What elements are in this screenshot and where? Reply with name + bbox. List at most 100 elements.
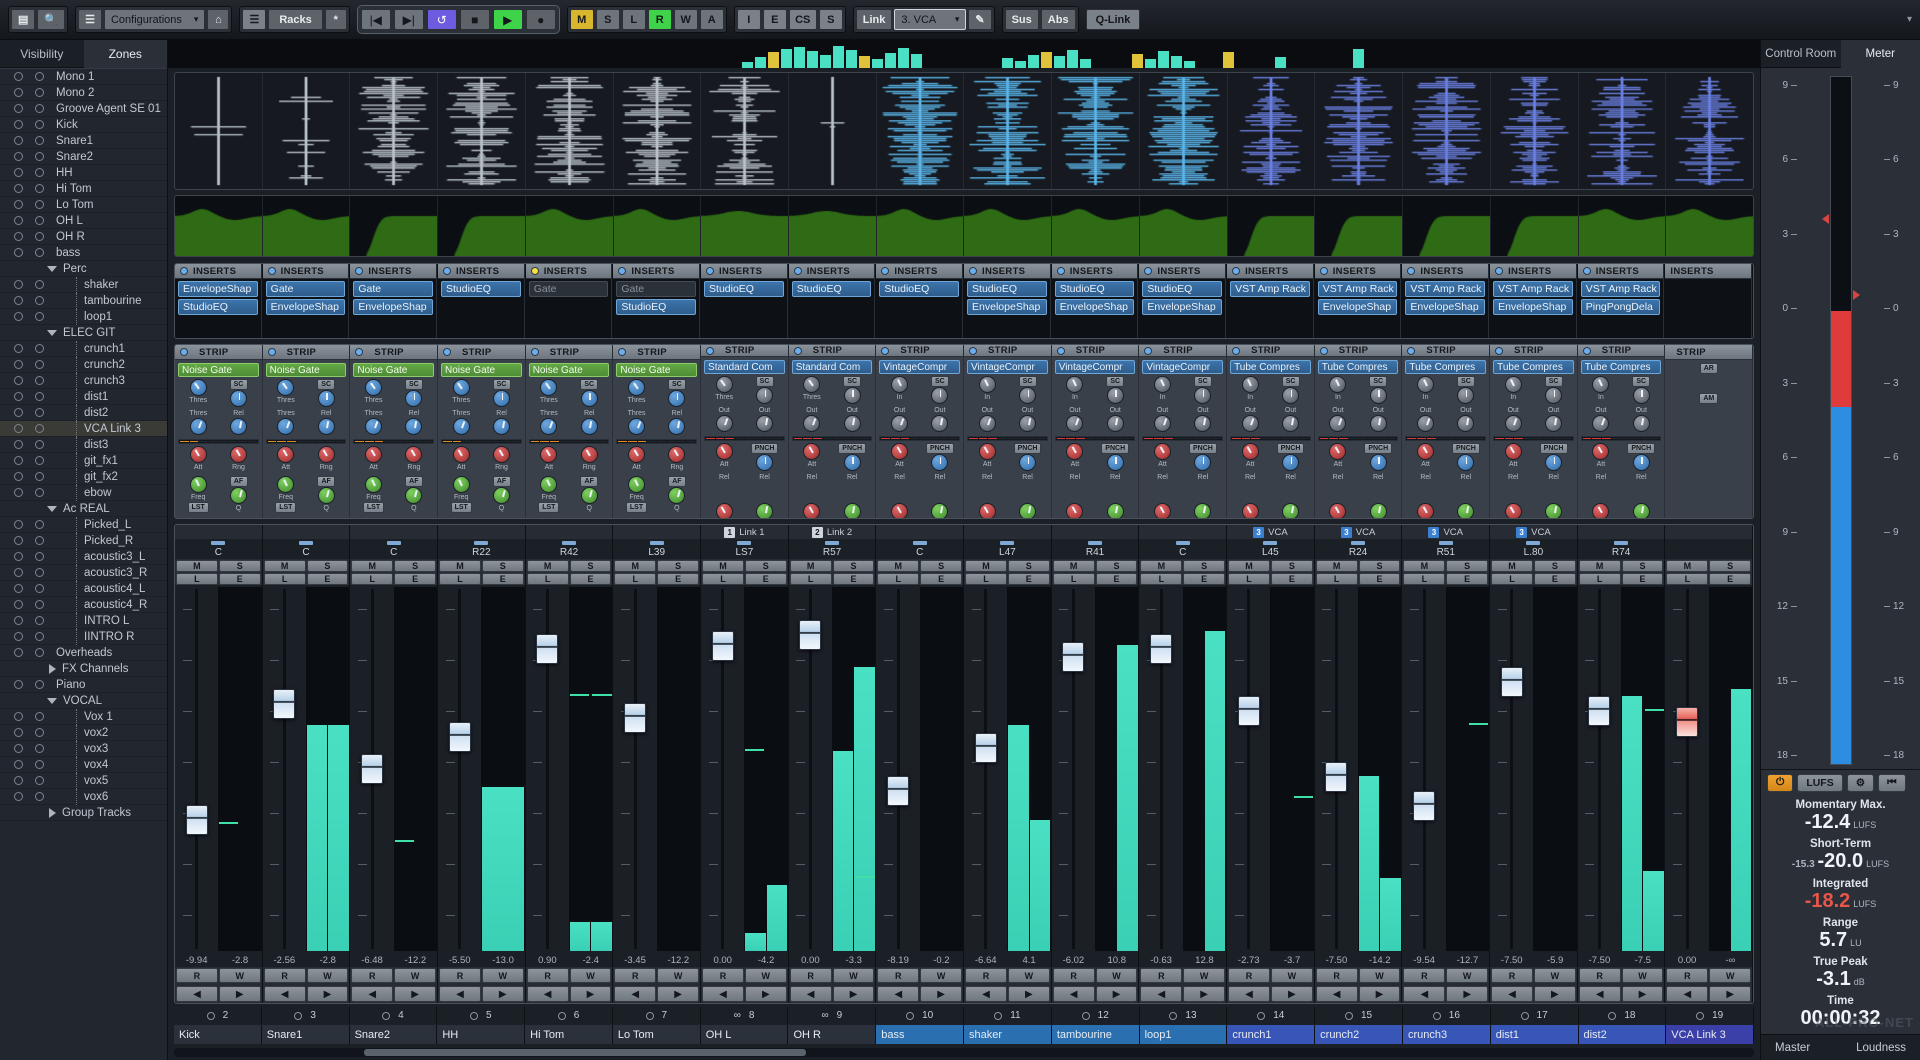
fader-value[interactable]: -5.50 bbox=[438, 955, 481, 966]
sidebar-item-crunch1[interactable]: crunch1 bbox=[0, 341, 167, 357]
eq-attenuate-knob[interactable] bbox=[1329, 443, 1346, 460]
link-select[interactable]: 3. VCA ▾ bbox=[894, 9, 966, 30]
write-automation-button[interactable]: W bbox=[920, 968, 962, 983]
listen-button[interactable]: L bbox=[702, 573, 744, 585]
fader-handle[interactable] bbox=[273, 689, 295, 719]
prev-channel-icon[interactable]: ◀ bbox=[1140, 986, 1182, 1002]
strip-bypass-led[interactable] bbox=[794, 347, 802, 355]
next-channel-icon[interactable]: ▶ bbox=[1359, 986, 1401, 1002]
drive-knob[interactable] bbox=[1417, 503, 1434, 519]
eq-attenuate-knob[interactable] bbox=[803, 443, 820, 460]
strip-module-name[interactable]: VintageCompr bbox=[1142, 360, 1223, 374]
eq-range-knob[interactable] bbox=[318, 446, 335, 463]
sidebar-item-vox4[interactable]: vox4 bbox=[0, 757, 167, 773]
inserts-bypass-led[interactable] bbox=[1407, 267, 1415, 275]
channel-name[interactable]: dist2 bbox=[1579, 1025, 1667, 1044]
channel-number-cell[interactable]: 6 bbox=[525, 1007, 613, 1024]
inserts-header[interactable]: INSERTS bbox=[1052, 264, 1139, 279]
sidebar-item-groove-agent-se-01[interactable]: Groove Agent SE 01 bbox=[0, 101, 167, 117]
release-knob[interactable] bbox=[844, 387, 861, 404]
sidebar-item-mono-2[interactable]: Mono 2 bbox=[0, 85, 167, 101]
mute-button[interactable]: M bbox=[1666, 560, 1708, 572]
visibility-toggle[interactable] bbox=[14, 648, 23, 657]
inserts-header[interactable]: INSERTS bbox=[263, 264, 350, 279]
listen-button[interactable]: L bbox=[1403, 573, 1445, 585]
pan-routing[interactable]: C bbox=[1139, 539, 1226, 559]
eq-attenuate-knob[interactable] bbox=[628, 446, 645, 463]
attack-knob[interactable] bbox=[803, 415, 820, 432]
channel-select-radio[interactable] bbox=[1696, 1012, 1704, 1020]
chevron-down-icon[interactable] bbox=[47, 330, 57, 336]
channel-select-radio[interactable] bbox=[207, 1012, 215, 1020]
threshold-knob[interactable] bbox=[1154, 376, 1171, 393]
read-automation-button[interactable]: R bbox=[965, 968, 1007, 983]
visibility-toggle[interactable] bbox=[14, 392, 23, 401]
visibility-toggle[interactable] bbox=[14, 552, 23, 561]
punch-button[interactable]: PNCH bbox=[1014, 443, 1042, 454]
chevron-down-icon[interactable] bbox=[47, 266, 57, 272]
sidebar-item-elec-git[interactable]: ELEC GIT bbox=[0, 325, 167, 341]
ratio-knob[interactable] bbox=[844, 415, 861, 432]
sidechain-button[interactable]: SC bbox=[1194, 376, 1212, 387]
sidechain-button[interactable]: SC bbox=[405, 379, 423, 390]
fader-value[interactable]: -2.73 bbox=[1227, 955, 1270, 966]
fader-slot[interactable] bbox=[701, 587, 744, 951]
zone-toggle[interactable] bbox=[35, 296, 44, 305]
fader-handle[interactable] bbox=[1062, 642, 1084, 672]
inserts-bypass-led[interactable] bbox=[706, 267, 714, 275]
strip-module-name[interactable]: Standard Com bbox=[704, 360, 785, 374]
drive-knob[interactable] bbox=[1066, 503, 1083, 519]
drive-knob[interactable] bbox=[1154, 503, 1171, 519]
punch-knob[interactable] bbox=[1545, 454, 1562, 471]
eq-q-knob[interactable] bbox=[230, 487, 247, 504]
lufs-scale-button[interactable]: LUFS bbox=[1797, 774, 1842, 792]
inserts-bypass-led[interactable] bbox=[881, 267, 889, 275]
solo-button[interactable]: S bbox=[219, 560, 261, 572]
sidebar-item-bass[interactable]: bass bbox=[0, 245, 167, 261]
mix-knob[interactable] bbox=[1194, 503, 1211, 519]
ratio-knob[interactable] bbox=[931, 415, 948, 432]
global-listen-button[interactable]: L bbox=[622, 9, 646, 30]
link-icon[interactable]: ∞ bbox=[822, 1010, 829, 1021]
zone-toggle[interactable] bbox=[35, 616, 44, 625]
stop-button[interactable]: ■ bbox=[460, 9, 490, 30]
fader-value[interactable]: 0.90 bbox=[526, 955, 569, 966]
pan-routing[interactable]: R41 bbox=[1052, 539, 1139, 559]
solo-button[interactable]: S bbox=[482, 560, 524, 572]
absolute-button[interactable]: Abs bbox=[1041, 9, 1076, 30]
attack-knob[interactable] bbox=[540, 418, 557, 435]
inserts-bypass-led[interactable] bbox=[1057, 267, 1065, 275]
insert-slot[interactable]: PingPongDela bbox=[1581, 299, 1661, 315]
racks-button[interactable]: Racks bbox=[268, 9, 322, 30]
fader-handle[interactable] bbox=[1150, 634, 1172, 664]
eq-range-knob[interactable] bbox=[668, 446, 685, 463]
pan-routing[interactable]: C bbox=[876, 539, 963, 559]
visibility-toggle[interactable] bbox=[14, 744, 23, 753]
lst-button[interactable]: LST bbox=[451, 502, 472, 513]
channel-select-radio[interactable] bbox=[470, 1012, 478, 1020]
eq-q-knob[interactable] bbox=[668, 487, 685, 504]
visibility-toggle[interactable] bbox=[14, 792, 23, 801]
attack-knob[interactable] bbox=[628, 418, 645, 435]
mute-button[interactable]: M bbox=[527, 560, 569, 572]
fader-slot[interactable] bbox=[526, 587, 569, 951]
ratio-knob[interactable] bbox=[1107, 415, 1124, 432]
listen-button[interactable]: L bbox=[439, 573, 481, 585]
menu-icon[interactable]: ☰ bbox=[242, 9, 266, 30]
inserts-header[interactable]: INSERTS bbox=[175, 264, 262, 279]
write-automation-button[interactable]: W bbox=[307, 968, 349, 983]
pan-routing[interactable]: R74 bbox=[1578, 539, 1665, 559]
next-channel-icon[interactable]: ▶ bbox=[219, 986, 261, 1002]
zone-toggle[interactable] bbox=[35, 216, 44, 225]
eq-range-knob[interactable] bbox=[581, 446, 598, 463]
sidebar-item-vox6[interactable]: vox6 bbox=[0, 789, 167, 805]
sidechain-button[interactable]: SC bbox=[230, 379, 248, 390]
sidebar-item-ebow[interactable]: ebow bbox=[0, 485, 167, 501]
threshold-knob[interactable] bbox=[716, 376, 733, 393]
global-write-button[interactable]: W bbox=[674, 9, 698, 30]
sidebar-item-loop1[interactable]: loop1 bbox=[0, 309, 167, 325]
write-automation-button[interactable]: W bbox=[1709, 968, 1751, 983]
sidebar-item-vox-1[interactable]: Vox 1 bbox=[0, 709, 167, 725]
meter-footer-loudness[interactable]: Loudness bbox=[1856, 1042, 1906, 1054]
sidebar-item-acoustic4-l[interactable]: acoustic4_L bbox=[0, 581, 167, 597]
